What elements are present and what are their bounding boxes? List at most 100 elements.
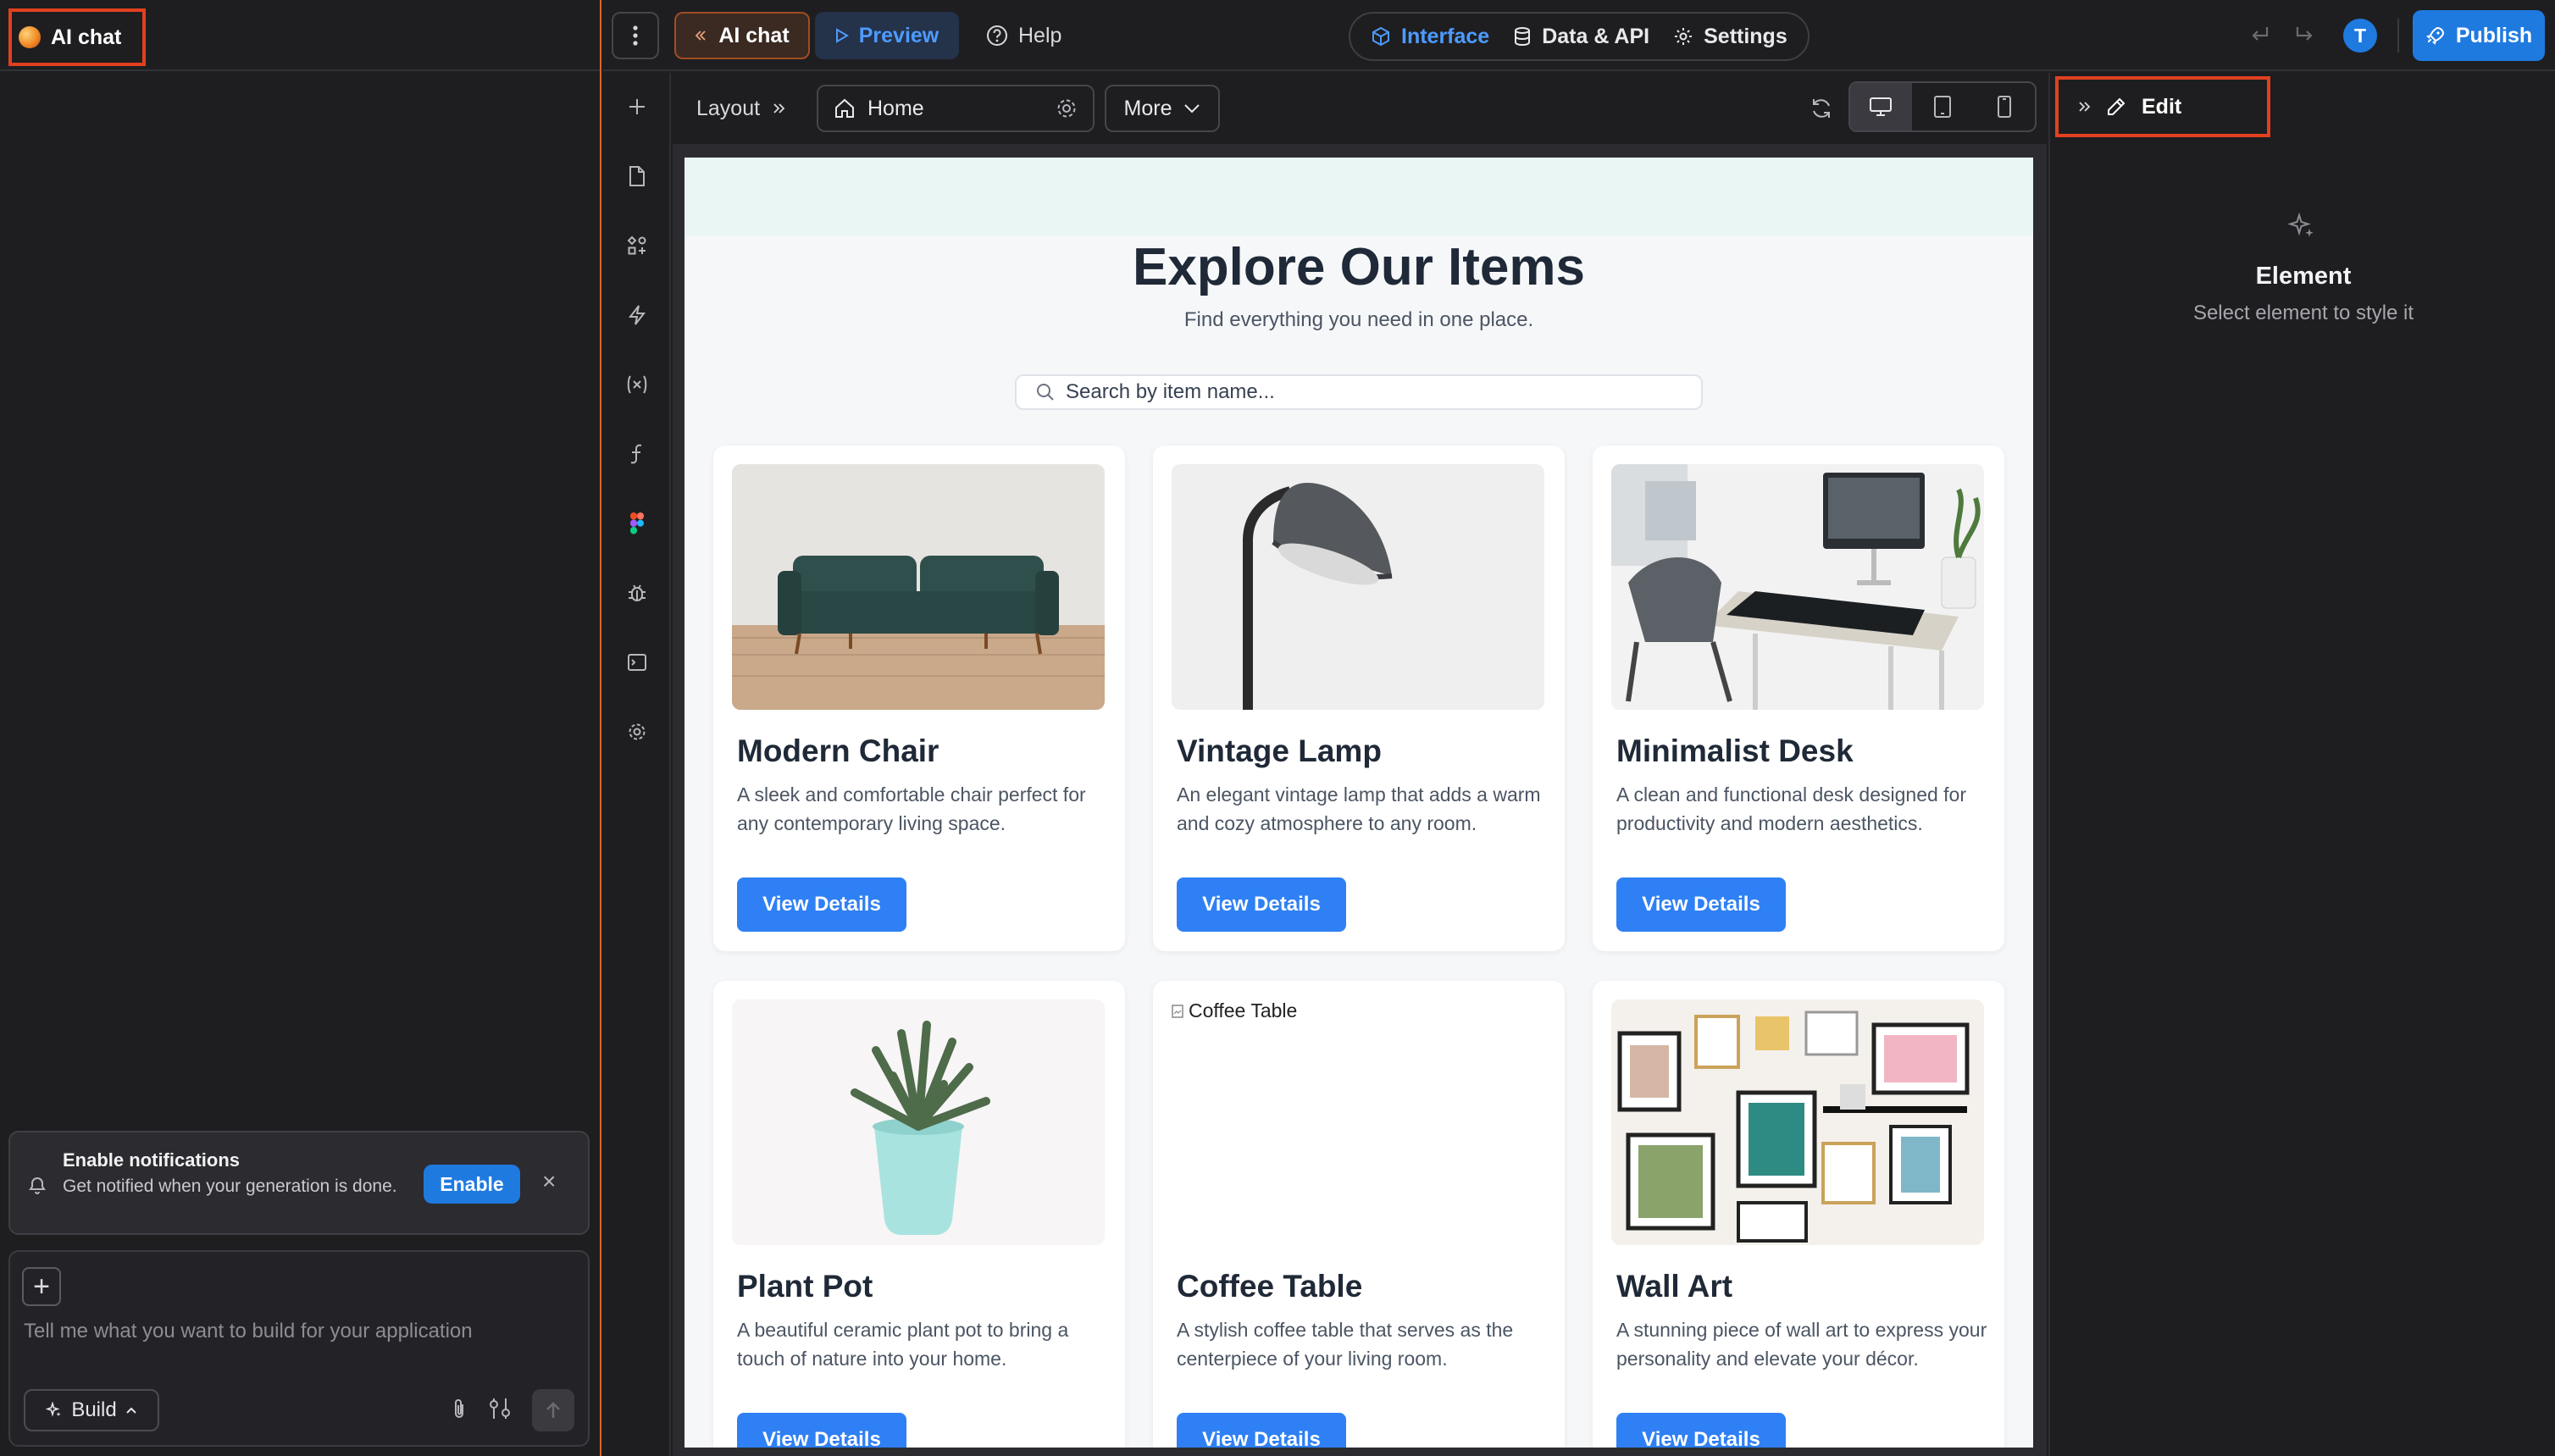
bug-icon[interactable] — [625, 581, 649, 605]
item-description: An elegant vintage lamp that adds a warm… — [1177, 783, 1541, 834]
gear-icon[interactable] — [625, 720, 649, 744]
layout-breadcrumb[interactable]: Layout — [696, 88, 785, 129]
item-title: Minimalist Desk — [1616, 734, 1854, 768]
item-card: Modern Chair A sleek and comfortable cha… — [713, 446, 1125, 951]
ai-chat-panel: AI chat Enable notifications Get notifie… — [0, 0, 601, 1456]
tab-interface[interactable]: Interface — [1359, 15, 1501, 58]
item-title: Modern Chair — [737, 734, 939, 768]
gear-icon[interactable] — [1056, 97, 1078, 119]
close-icon[interactable]: × — [542, 1170, 556, 1193]
view-details-button[interactable]: View Details — [1177, 877, 1346, 932]
item-title: Vintage Lamp — [1177, 734, 1382, 768]
preview-label: Preview — [858, 23, 939, 47]
refresh-icon[interactable] — [1810, 97, 1833, 120]
sliders-icon[interactable] — [488, 1396, 512, 1421]
add-attachment-button[interactable]: + — [22, 1267, 61, 1306]
tab-settings-label: Settings — [1704, 24, 1787, 48]
chevrons-right-icon[interactable] — [2077, 101, 2091, 113]
send-button[interactable] — [532, 1389, 574, 1431]
ai-chat-tab[interactable]: AI chat — [8, 8, 146, 66]
help-label: Help — [1018, 23, 1062, 47]
view-details-button[interactable]: View Details — [1177, 1413, 1346, 1448]
chevron-down-icon — [1184, 104, 1200, 113]
cube-icon — [1372, 26, 1389, 47]
lightning-icon[interactable] — [625, 303, 649, 327]
page-selector-label: Home — [867, 96, 924, 120]
redo-icon[interactable] — [2292, 22, 2318, 47]
figma-icon[interactable] — [625, 512, 649, 535]
edit-tab[interactable]: Edit — [2055, 76, 2270, 137]
item-card: Plant Pot A beautiful ceramic plant pot … — [713, 981, 1125, 1448]
plus-icon[interactable] — [625, 95, 649, 119]
toggle-ai-chat-button[interactable]: AI chat — [674, 12, 810, 59]
page-subtitle: Find everything you need in one place. — [1183, 308, 1534, 331]
sparkle-icon — [46, 1402, 62, 1417]
item-description: A stunning piece of wall art to express … — [1616, 1319, 1987, 1370]
page-preview: Explore Our Items Find everything you ne… — [684, 158, 2033, 1448]
components-icon[interactable] — [625, 234, 649, 257]
database-icon — [1515, 27, 1531, 47]
broken-image-icon — [1172, 1004, 1183, 1018]
more-menu-button[interactable] — [612, 12, 659, 59]
edit-tab-label: Edit — [2142, 94, 2182, 119]
style-panel: Edit Element Select element to style it — [2048, 73, 2555, 1456]
page-title: Explore Our Items — [1132, 238, 1586, 296]
page-icon[interactable] — [625, 164, 649, 188]
build-mode-dropdown[interactable]: Build — [24, 1389, 159, 1431]
divider — [2397, 19, 2399, 53]
more-dropdown-label: More — [1123, 96, 1172, 120]
tab-interface-label: Interface — [1401, 24, 1490, 48]
tab-settings[interactable]: Settings — [1661, 15, 1799, 58]
tablet-icon — [1934, 96, 1951, 118]
desktop-icon — [1870, 97, 1893, 116]
chat-input[interactable]: Tell me what you want to build for your … — [24, 1320, 473, 1343]
search-icon — [1037, 384, 1054, 401]
help-button[interactable]: Help — [973, 12, 1100, 59]
item-title: Wall Art — [1616, 1269, 1733, 1304]
arrow-up-icon — [546, 1402, 560, 1418]
tab-data-api[interactable]: Data & API — [1501, 15, 1661, 58]
sparkle-icon — [2287, 212, 2316, 241]
function-icon[interactable] — [625, 442, 649, 466]
terminal-icon[interactable] — [625, 650, 649, 674]
desktop-view-button[interactable] — [1850, 83, 1912, 130]
mobile-view-button[interactable] — [1973, 83, 2035, 130]
home-icon — [835, 98, 854, 118]
device-preview-switch — [1848, 81, 2037, 132]
item-card: Coffee Table Coffee Table A stylish coff… — [1153, 981, 1565, 1448]
search-placeholder: Search by item name... — [1066, 380, 1275, 403]
notification-banner: Enable notifications Get notified when y… — [8, 1131, 590, 1235]
kebab-icon — [633, 25, 638, 46]
undo-icon[interactable] — [2247, 22, 2272, 47]
play-icon — [835, 28, 849, 43]
ai-chat-tab-label: AI chat — [51, 25, 122, 49]
modern-chair-image — [732, 464, 1105, 710]
enable-notifications-button[interactable]: Enable — [424, 1165, 520, 1204]
view-details-button[interactable]: View Details — [1616, 1413, 1786, 1448]
broken-image-alt: Coffee Table — [1189, 999, 1298, 1021]
view-details-button[interactable]: View Details — [737, 1413, 906, 1448]
notification-body: Get notified when your generation is don… — [63, 1176, 397, 1196]
preview-button[interactable]: Preview — [815, 12, 959, 59]
toggle-ai-chat-label: AI chat — [718, 23, 790, 47]
paperclip-icon[interactable] — [451, 1398, 468, 1421]
item-title: Plant Pot — [737, 1269, 873, 1304]
tab-data-api-label: Data & API — [1542, 24, 1650, 48]
more-dropdown[interactable]: More — [1105, 85, 1220, 132]
page-selector[interactable]: Home — [817, 85, 1095, 132]
search-input[interactable]: Search by item name... — [1015, 374, 1703, 410]
view-details-button[interactable]: View Details — [737, 877, 906, 932]
view-details-button[interactable]: View Details — [1616, 877, 1786, 932]
item-description: A beautiful ceramic plant pot to bring a… — [737, 1319, 1069, 1370]
plant-pot-image — [732, 999, 1105, 1245]
tablet-view-button[interactable] — [1912, 83, 1974, 130]
publish-button[interactable]: Publish — [2413, 10, 2545, 61]
item-title: Coffee Table — [1177, 1269, 1363, 1304]
avatar[interactable]: T — [2343, 19, 2377, 53]
wall-art-image — [1611, 999, 1984, 1245]
variables-icon[interactable] — [625, 373, 649, 396]
mobile-icon — [1997, 96, 2011, 118]
element-hint: Select element to style it — [2192, 302, 2414, 324]
help-icon — [987, 25, 1007, 46]
chevron-up-icon — [125, 1407, 136, 1414]
